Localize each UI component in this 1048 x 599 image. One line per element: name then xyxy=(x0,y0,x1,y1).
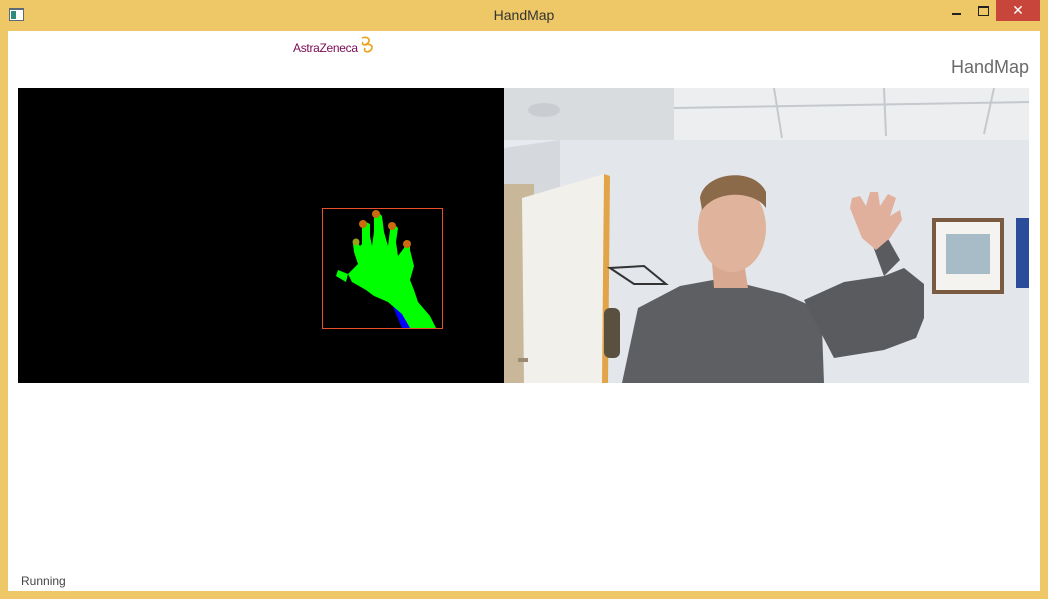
depth-map-view xyxy=(18,88,504,383)
logo-symbol-icon xyxy=(361,36,373,53)
logo-text: AstraZeneca xyxy=(293,41,358,55)
status-text: Running xyxy=(21,574,66,588)
webcam-feed-icon xyxy=(504,88,1029,383)
hand-depth-map-icon xyxy=(18,88,504,383)
company-logo: AstraZeneca xyxy=(293,36,375,59)
close-icon: ✕ xyxy=(1012,2,1024,18)
maximize-icon xyxy=(977,5,989,16)
close-button[interactable]: ✕ xyxy=(996,0,1040,21)
main-content: AstraZeneca HandMap Running xyxy=(8,31,1040,591)
camera-feed-view xyxy=(504,88,1029,383)
window-title: HandMap xyxy=(493,7,555,23)
page-title: HandMap xyxy=(950,57,1029,77)
title-bar[interactable]: HandMap ✕ xyxy=(0,0,1048,31)
minimize-button[interactable] xyxy=(942,0,970,21)
maximize-button[interactable] xyxy=(970,0,996,21)
minimize-icon xyxy=(951,12,961,15)
app-window: HandMap ✕ AstraZeneca HandMap Running xyxy=(0,0,1048,599)
